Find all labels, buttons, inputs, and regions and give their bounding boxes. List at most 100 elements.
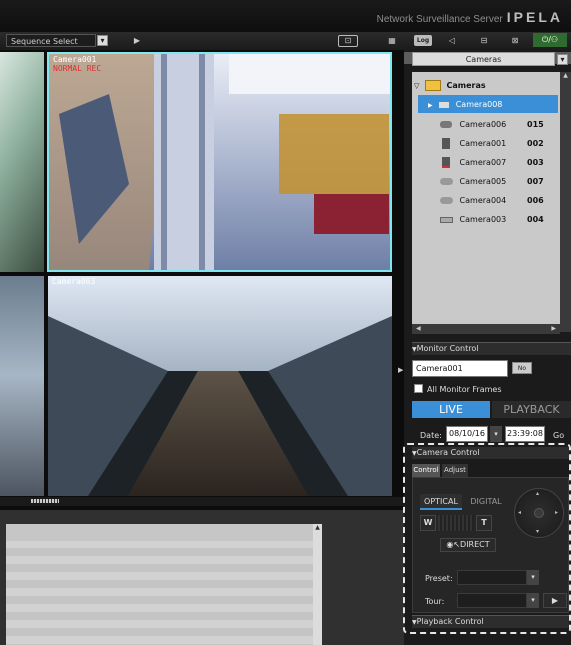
ptz-home-button[interactable]: [534, 508, 544, 518]
zoom-tele-button[interactable]: T: [476, 515, 492, 531]
tab-control-label: Control: [413, 466, 439, 474]
snapshot-icon: ▦: [388, 36, 396, 45]
camera-tree-vscroll[interactable]: ▲: [560, 72, 571, 332]
tour-label: Tour:: [425, 597, 445, 606]
pan-up-icon[interactable]: ▴: [536, 490, 539, 497]
pan-right-icon[interactable]: ▸: [555, 509, 558, 516]
play-icon: ▶: [551, 596, 559, 605]
audio-button[interactable]: ◁: [444, 34, 460, 47]
zoom-wide-button[interactable]: W: [420, 515, 436, 531]
chevron-right-icon[interactable]: ▶: [551, 324, 556, 334]
log-button[interactable]: Log: [414, 35, 432, 46]
play-button[interactable]: ▶: [130, 34, 144, 47]
tab-adjust[interactable]: Adjust: [442, 464, 468, 477]
monitor-scroll-track[interactable]: [0, 497, 404, 506]
tree-item-camera001[interactable]: Camera001 002: [440, 134, 558, 153]
monitor-left-top[interactable]: [0, 52, 44, 272]
screen-button[interactable]: ⊠: [507, 34, 523, 47]
title-bar: Network Surveillance Server IPELA: [0, 0, 571, 32]
camera-control-header[interactable]: ▼Camera Control: [412, 447, 569, 459]
monitor-left-bottom[interactable]: [0, 276, 44, 496]
panel-collapse-arrow-icon[interactable]: ▶: [398, 366, 403, 374]
chevron-left-icon[interactable]: ◀: [416, 325, 421, 332]
camera-dome-icon: [440, 121, 452, 128]
all-monitor-frames-checkbox[interactable]: [414, 384, 423, 393]
tour-dropdown-button[interactable]: ▾: [527, 593, 539, 608]
logout-icon: ⏻/⚇: [541, 35, 559, 44]
tree-item-label: Camera006: [459, 120, 507, 129]
chevron-down-icon: ▾: [494, 430, 498, 438]
sequence-dropdown-button[interactable]: ▾: [97, 35, 108, 46]
camera-view-mall: [49, 54, 390, 270]
monitor-camera-field[interactable]: Camera001: [412, 360, 508, 377]
tree-item-camera008[interactable]: ▶ Camera008: [428, 95, 558, 114]
tree-item-camera007[interactable]: Camera007 003: [440, 153, 558, 172]
date-field[interactable]: 08/10/16: [446, 426, 488, 442]
digital-zoom-button[interactable]: DIGITAL: [466, 494, 506, 510]
screen-icon: ⊠: [511, 36, 519, 45]
tour-select[interactable]: [457, 593, 527, 608]
playback-label: PLAYBACK: [503, 403, 560, 416]
monitor-2[interactable]: Camera003: [48, 276, 392, 496]
tree-item-camera003[interactable]: Camera003 004: [440, 210, 558, 229]
no-camera-button[interactable]: No: [512, 362, 532, 374]
pan-left-icon[interactable]: ◂: [518, 509, 521, 516]
tree-item-label: Camera005: [459, 177, 507, 186]
chevron-up-icon[interactable]: ▲: [560, 72, 571, 79]
tab-adjust-label: Adjust: [444, 466, 466, 474]
zoom-slider[interactable]: [438, 515, 474, 531]
log-icon: Log: [416, 37, 430, 44]
ptz-pad[interactable]: ▴ ▾ ◂ ▸: [514, 488, 564, 538]
camera-tree-hscroll[interactable]: ◀ ▶: [412, 324, 560, 334]
tree-item-number: 004: [527, 215, 544, 224]
direct-button[interactable]: ◉↖DIRECT: [440, 538, 496, 552]
live-label: LIVE: [439, 403, 463, 416]
cameras-dropdown-button[interactable]: ▾: [557, 54, 568, 65]
monitor-scroll-thumb[interactable]: [31, 499, 59, 503]
tree-item-number: 002: [527, 139, 544, 148]
cameras-dropdown-label: Cameras: [465, 55, 502, 64]
preset-select[interactable]: [457, 570, 527, 585]
optical-zoom-button[interactable]: OPTICAL: [420, 494, 462, 510]
tree-root-cameras[interactable]: ▽ Cameras: [414, 76, 554, 95]
sequence-select[interactable]: Sequence Select: [6, 34, 96, 47]
brand-text: Network Surveillance Server: [376, 14, 503, 25]
optical-label: OPTICAL: [424, 497, 458, 506]
monitor-1[interactable]: Camera001 NORMAL REC: [47, 52, 392, 272]
time-value: 23:39:08: [507, 429, 543, 438]
log-header: [6, 524, 313, 541]
time-field[interactable]: 23:39:08: [505, 426, 545, 442]
live-button[interactable]: LIVE: [412, 401, 490, 418]
chevron-up-icon[interactable]: ▲: [313, 524, 322, 531]
tree-item-camera004[interactable]: Camera004 006: [440, 191, 558, 210]
go-button[interactable]: Go: [553, 431, 564, 440]
snapshot-button[interactable]: ▦: [383, 34, 401, 47]
tree-item-label: Camera008: [455, 100, 503, 109]
calendar-button[interactable]: ▾: [490, 426, 502, 442]
preset-dropdown-button[interactable]: ▾: [527, 570, 539, 585]
monitor-2-label: Camera003: [52, 277, 96, 286]
camera-switch-icon: ⊡: [344, 36, 352, 45]
tree-item-camera006[interactable]: Camera006 015: [440, 115, 558, 134]
date-value: 08/10/16: [449, 429, 485, 438]
playback-button[interactable]: PLAYBACK: [492, 401, 571, 418]
tree-item-camera005[interactable]: Camera005 007: [440, 172, 558, 191]
cameras-dropdown[interactable]: Cameras: [412, 52, 555, 66]
pan-down-icon[interactable]: ▾: [536, 528, 539, 535]
tree-item-number: 003: [527, 158, 544, 167]
log-scrollbar[interactable]: ▲: [313, 524, 322, 645]
tree-item-label: Camera007: [459, 158, 507, 167]
sequence-select-label: Sequence Select: [11, 37, 78, 46]
chevron-down-icon[interactable]: ▽: [414, 82, 419, 90]
tab-control[interactable]: Control: [412, 464, 440, 477]
tree-root-label: Cameras: [446, 81, 486, 90]
folder-icon: [424, 80, 441, 91]
playback-control-header[interactable]: ▼Playback Control: [412, 615, 569, 628]
camera-switch-button[interactable]: ⊡: [338, 35, 358, 47]
logout-button[interactable]: ⏻/⚇: [533, 33, 567, 47]
tour-play-button[interactable]: ▶: [543, 593, 567, 608]
monitor-control-header[interactable]: ▼Monitor Control: [412, 342, 571, 355]
playback-control-title: Playback Control: [416, 617, 484, 626]
tools-button[interactable]: ⊟: [475, 34, 493, 47]
expand-arrow-icon[interactable]: ▶: [428, 102, 433, 109]
